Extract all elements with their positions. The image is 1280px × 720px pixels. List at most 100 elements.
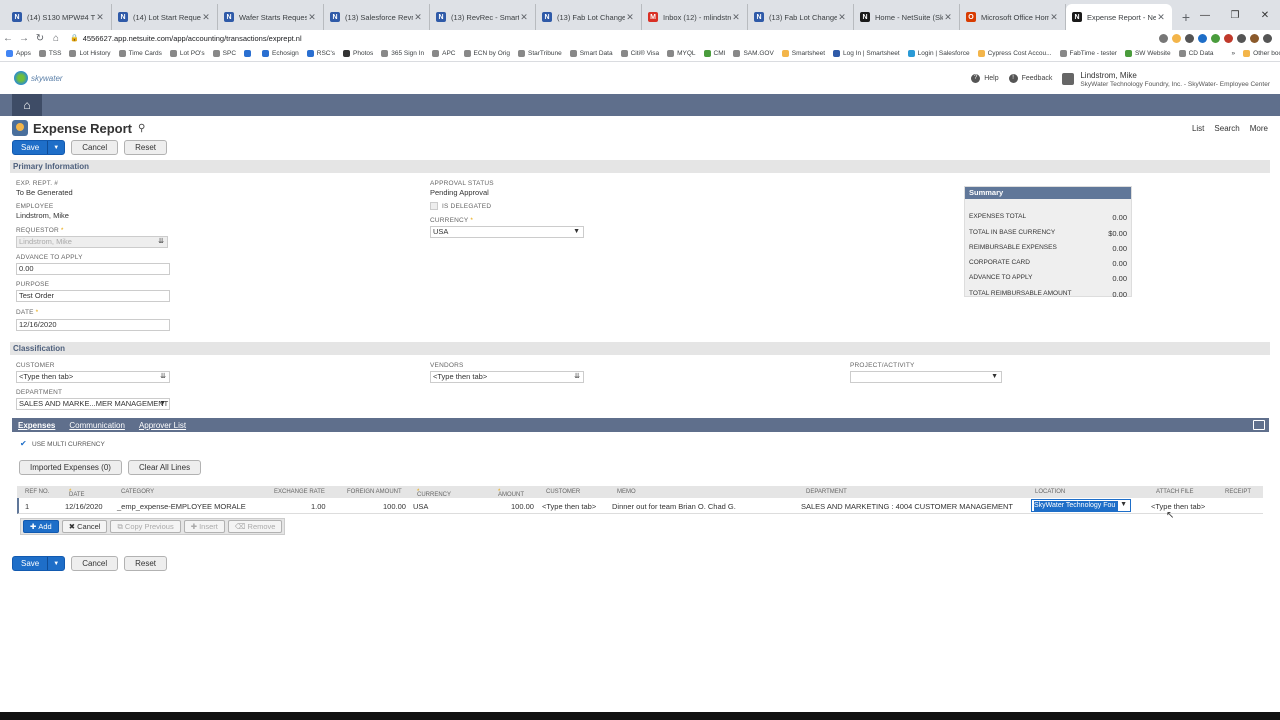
list-menu-icon[interactable] — [1253, 420, 1265, 430]
bookmark-item[interactable]: Log In | Smartsheet — [833, 50, 900, 57]
close-tab-icon[interactable]: ✕ — [201, 12, 211, 23]
save-button-bottom[interactable]: Save ▼ — [12, 556, 66, 571]
customer-input[interactable]: <Type then tab> ⇊ — [16, 371, 170, 383]
cell-date[interactable]: 12/16/2020 — [65, 502, 103, 511]
use-multi-currency-checkbox[interactable]: ✔ USE MULTI CURRENCY — [20, 440, 105, 448]
reload-icon[interactable]: ↻ — [32, 33, 48, 44]
minimize-icon[interactable]: — — [1190, 0, 1220, 30]
help-link[interactable]: ? Help — [971, 74, 999, 83]
date-input[interactable]: 12/16/2020 — [16, 319, 170, 331]
browser-tab[interactable]: N Wafer Starts Request ✕ — [218, 4, 324, 30]
bookmark-item[interactable]: Lot History — [69, 50, 111, 57]
location-select[interactable]: SkyWater Technology Fou ▼ — [1031, 499, 1131, 512]
search-icon[interactable]: ⚲ — [138, 123, 145, 134]
bookmark-item[interactable]: StarTribune — [518, 50, 562, 57]
bookmark-item[interactable]: Time Cards — [118, 50, 162, 57]
user-menu[interactable]: Lindstrom, Mike SkyWater Technology Foun… — [1062, 71, 1270, 88]
bookmark-item[interactable]: SPC — [212, 50, 236, 57]
cancel-line-button[interactable]: ✖ Cancel — [61, 520, 108, 533]
puzzle-icon[interactable] — [1237, 33, 1246, 43]
cell-ref[interactable]: 1 — [25, 502, 29, 511]
bookmark-item[interactable]: RSC's — [306, 50, 335, 57]
close-tab-icon[interactable]: ✕ — [943, 12, 953, 23]
cell-department[interactable]: SALES AND MARKETING : 4004 CUSTOMER MANA… — [801, 502, 1013, 511]
bookmark-item[interactable]: Photos — [343, 50, 373, 57]
cell-currency[interactable]: USA — [413, 502, 428, 511]
home-icon[interactable]: ⌂ — [12, 94, 42, 116]
extension-icon[interactable] — [1211, 33, 1220, 43]
bookmark-item[interactable]: SW Website — [1124, 50, 1171, 57]
insert-line-button[interactable]: ✚ Insert — [183, 520, 225, 533]
browser-tab[interactable]: O Microsoft Office Home ✕ — [960, 4, 1066, 30]
department-select[interactable]: SALES AND MARKE...MER MANAGEMENT ▼ — [16, 398, 170, 410]
save-dropdown-icon[interactable]: ▼ — [47, 141, 64, 154]
extension-icon[interactable] — [1185, 33, 1194, 43]
bookmark-item[interactable]: FabTime - tester — [1059, 50, 1117, 57]
table-row[interactable]: 1 12/16/2020 _emp_expense-EMPLOYEE MORAL… — [17, 498, 1263, 514]
browser-tab[interactable]: N (14) Lot Start Requests - Sm...✕ — [112, 4, 218, 30]
purpose-input[interactable]: Test Order — [16, 290, 170, 302]
restore-icon[interactable]: ❐ — [1220, 0, 1250, 30]
browser-tab[interactable]: N Expense Report - NetSuite...✕ — [1066, 4, 1172, 30]
bookmark-item[interactable]: ECN by Orig — [463, 50, 510, 57]
cancel-button[interactable]: Cancel — [71, 140, 119, 155]
list-link[interactable]: List — [1192, 124, 1204, 133]
tab-communication[interactable]: Communication — [69, 421, 125, 430]
close-window-icon[interactable]: ✕ — [1250, 0, 1280, 30]
close-tab-icon[interactable]: ✕ — [1156, 12, 1166, 23]
close-tab-icon[interactable]: ✕ — [307, 12, 317, 23]
project-activity-select[interactable]: ▼ — [850, 371, 1002, 383]
bookmark-item[interactable]: Smart Data — [569, 50, 613, 57]
url-field[interactable]: 🔒 4556627.app.netsuite.com/app/accountin… — [70, 31, 1159, 45]
bookmark-item[interactable]: MYQL — [667, 50, 696, 57]
browser-tab[interactable]: N (13) Salesforce Revrec - Sm...✕ — [324, 4, 430, 30]
cell-memo[interactable]: Dinner out for team Brian O. Chad G. — [612, 502, 736, 511]
tab-expenses[interactable]: Expenses — [18, 421, 55, 430]
cell-exchange-rate[interactable]: 1.00 — [311, 502, 326, 511]
vendors-input[interactable]: <Type then tab> ⇊ — [430, 371, 584, 383]
bookmark-item[interactable]: Echosign — [262, 50, 299, 57]
bookmark-item[interactable]: TSS — [38, 50, 61, 57]
browser-tab[interactable]: N Home - NetSuite (SkyWate...✕ — [854, 4, 960, 30]
cell-attach-file[interactable]: <Type then tab> — [1151, 502, 1205, 511]
forward-icon[interactable]: → — [16, 33, 32, 44]
more-link[interactable]: More — [1250, 124, 1268, 133]
feedback-link[interactable]: ! Feedback — [1008, 74, 1052, 83]
bookmark-item[interactable]: Citi® Visa — [620, 50, 659, 57]
add-line-button[interactable]: ✚ Add — [23, 520, 59, 533]
browser-tab[interactable]: N (13) Fab Lot Change Reque...✕ — [536, 4, 642, 30]
clear-all-lines-button[interactable]: Clear All Lines — [127, 460, 202, 475]
company-logo[interactable]: skywater — [14, 71, 63, 85]
advance-to-apply-input[interactable]: 0.00 — [16, 263, 170, 275]
home-browser-icon[interactable]: ⌂ — [48, 33, 64, 44]
bookmark-item[interactable]: Apps — [6, 50, 31, 57]
section-classification[interactable]: Classification — [10, 342, 1270, 355]
bookmark-item[interactable]: 365 Sign In — [381, 50, 424, 57]
back-icon[interactable]: ← — [0, 33, 16, 44]
cell-customer[interactable]: <Type then tab> — [542, 502, 596, 511]
cell-category[interactable]: _emp_expense-EMPLOYEE MORALE — [117, 502, 246, 511]
browser-tab[interactable]: N (13) Fab Lot Change Reque...✕ — [748, 4, 854, 30]
cell-amount[interactable]: 100.00 — [511, 502, 534, 511]
browser-tab[interactable]: N (13) RevRec - Smartsheet.co...✕ — [430, 4, 536, 30]
close-tab-icon[interactable]: ✕ — [1049, 12, 1059, 23]
extension-icon[interactable] — [1198, 33, 1207, 43]
close-tab-icon[interactable]: ✕ — [731, 12, 741, 23]
remove-line-button[interactable]: ⌫ Remove — [227, 520, 283, 533]
browser-tab[interactable]: N (14) S130 MPW#4 TV1 Lot ...✕ — [6, 4, 112, 30]
bookmark-item[interactable] — [244, 50, 254, 57]
close-tab-icon[interactable]: ✕ — [519, 12, 529, 23]
is-delegated-checkbox[interactable]: IS DELEGATED — [430, 202, 491, 210]
reset-button[interactable]: Reset — [124, 140, 167, 155]
close-tab-icon[interactable]: ✕ — [95, 12, 105, 23]
section-primary-information[interactable]: Primary Information — [10, 160, 1270, 173]
currency-select[interactable]: USA ▼ — [430, 226, 584, 238]
save-button[interactable]: Save ▼ — [12, 140, 66, 155]
bookmark-item[interactable]: SAM.GOV — [733, 50, 774, 57]
reset-button-bottom[interactable]: Reset — [124, 556, 167, 571]
close-tab-icon[interactable]: ✕ — [413, 12, 423, 23]
browser-tab[interactable]: M Inbox (12) - mlindstrom12@...✕ — [642, 4, 748, 30]
bookmark-item[interactable]: Smartsheet — [781, 50, 825, 57]
bookmark-item[interactable]: CMI — [703, 50, 725, 57]
star-icon[interactable] — [1172, 33, 1181, 43]
